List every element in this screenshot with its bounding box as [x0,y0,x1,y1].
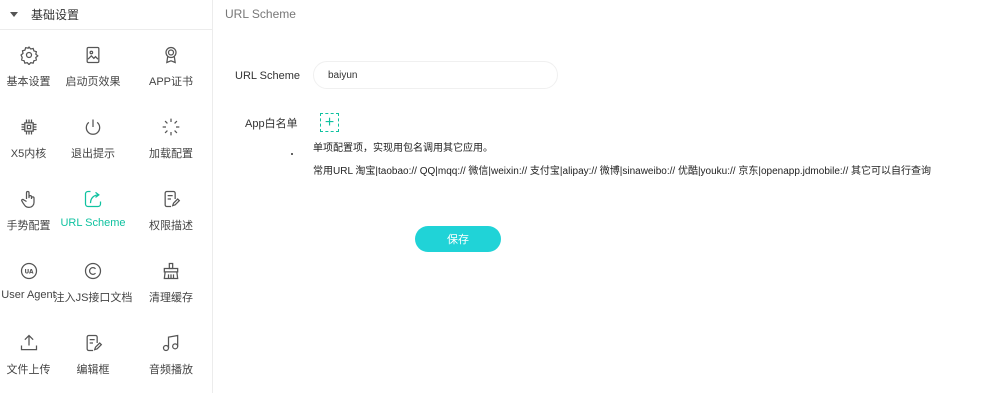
upload-icon [18,332,40,354]
ua-icon: UA [18,260,40,282]
sidebar-item-x5-kernel[interactable]: X5内核 [0,103,57,175]
caret-down-icon [10,12,18,17]
sidebar-item-label: 编辑框 [76,364,110,376]
sidebar-item-gesture-config[interactable]: 手势配置 [0,175,57,247]
sidebar-item-loading-config[interactable]: 加载配置 [129,103,212,175]
sidebar-item-label: 加载配置 [149,148,193,160]
svg-text:UA: UA [24,270,34,276]
power-icon [82,116,104,138]
sidebar-item-label: 退出提示 [71,148,115,160]
sidebar-section-header[interactable]: 基础设置 [0,0,212,30]
sidebar-item-basic-settings[interactable]: 基本设置 [0,31,57,103]
image-icon [82,44,104,66]
sidebar-item-clear-cache[interactable]: 清理缓存 [129,247,212,319]
chip-icon [18,116,40,138]
sidebar-item-label: 权限描述 [149,220,193,232]
copyright-icon [82,260,104,282]
sidebar-item-label: 清理缓存 [149,292,193,304]
url-scheme-label: URL Scheme [235,70,301,82]
sidebar-item-permission-description[interactable]: 权限描述 [129,175,212,247]
common-url-schemes-text: 常用URL 淘宝|taobao:// QQ|mqq:// 微信|weixin:/… [313,166,932,177]
whitelist-description: 单项配置项，实现用包名调用其它应用。 [313,143,493,154]
broom-icon [160,260,182,282]
sidebar-item-app-certificate[interactable]: APP证书 [129,31,212,103]
link-icon [82,188,104,210]
certificate-icon [160,44,182,66]
sidebar-item-label: 注入JS接口文档 [53,292,133,304]
pencil-icon [82,332,104,354]
spinner-icon [160,116,182,138]
sidebar: 基础设置 基本设置 启动页效果 APP证书 X5内核 退出提示 加载配置 手势配… [0,0,213,393]
app-whitelist-label: App白名单 [245,118,298,130]
sidebar-item-file-upload[interactable]: 文件上传 [0,319,57,391]
sidebar-item-label: 基本设置 [6,76,51,88]
sidebar-item-splash-effect[interactable]: 启动页效果 [57,31,129,103]
sidebar-item-label: 手势配置 [6,220,51,232]
sidebar-item-label: 音频播放 [149,364,193,376]
hand-icon [18,188,40,210]
sidebar-item-label: URL Scheme [60,217,126,229]
edit-document-icon [160,188,182,210]
settings-grid: 基本设置 启动页效果 APP证书 X5内核 退出提示 加载配置 手势配置 URL… [0,31,212,391]
main-panel: URL Scheme [214,0,1000,393]
sidebar-item-label: User Agent [1,289,56,301]
sidebar-item-url-scheme[interactable]: URL Scheme [57,175,129,247]
add-whitelist-button[interactable]: + [320,113,339,132]
sidebar-section-title: 基础设置 [31,8,80,22]
sidebar-item-label: 启动页效果 [65,76,121,88]
sidebar-item-label: APP证书 [148,76,193,88]
sidebar-item-audio-playback[interactable]: 音频播放 [129,319,212,391]
gear-icon [18,44,40,66]
page-title: URL Scheme [225,7,296,21]
sidebar-item-label: 文件上传 [6,364,51,376]
music-icon [160,332,182,354]
save-button[interactable]: 保存 [415,226,501,252]
sidebar-item-user-agent[interactable]: UA User Agent [0,247,57,319]
url-scheme-input[interactable] [313,61,558,89]
sidebar-item-js-interface-docs[interactable]: 注入JS接口文档 [54,247,132,319]
bullet-dot [291,153,293,155]
sidebar-item-edit-box[interactable]: 编辑框 [57,319,129,391]
sidebar-item-exit-prompt[interactable]: 退出提示 [57,103,129,175]
sidebar-item-label: X5内核 [10,148,47,160]
